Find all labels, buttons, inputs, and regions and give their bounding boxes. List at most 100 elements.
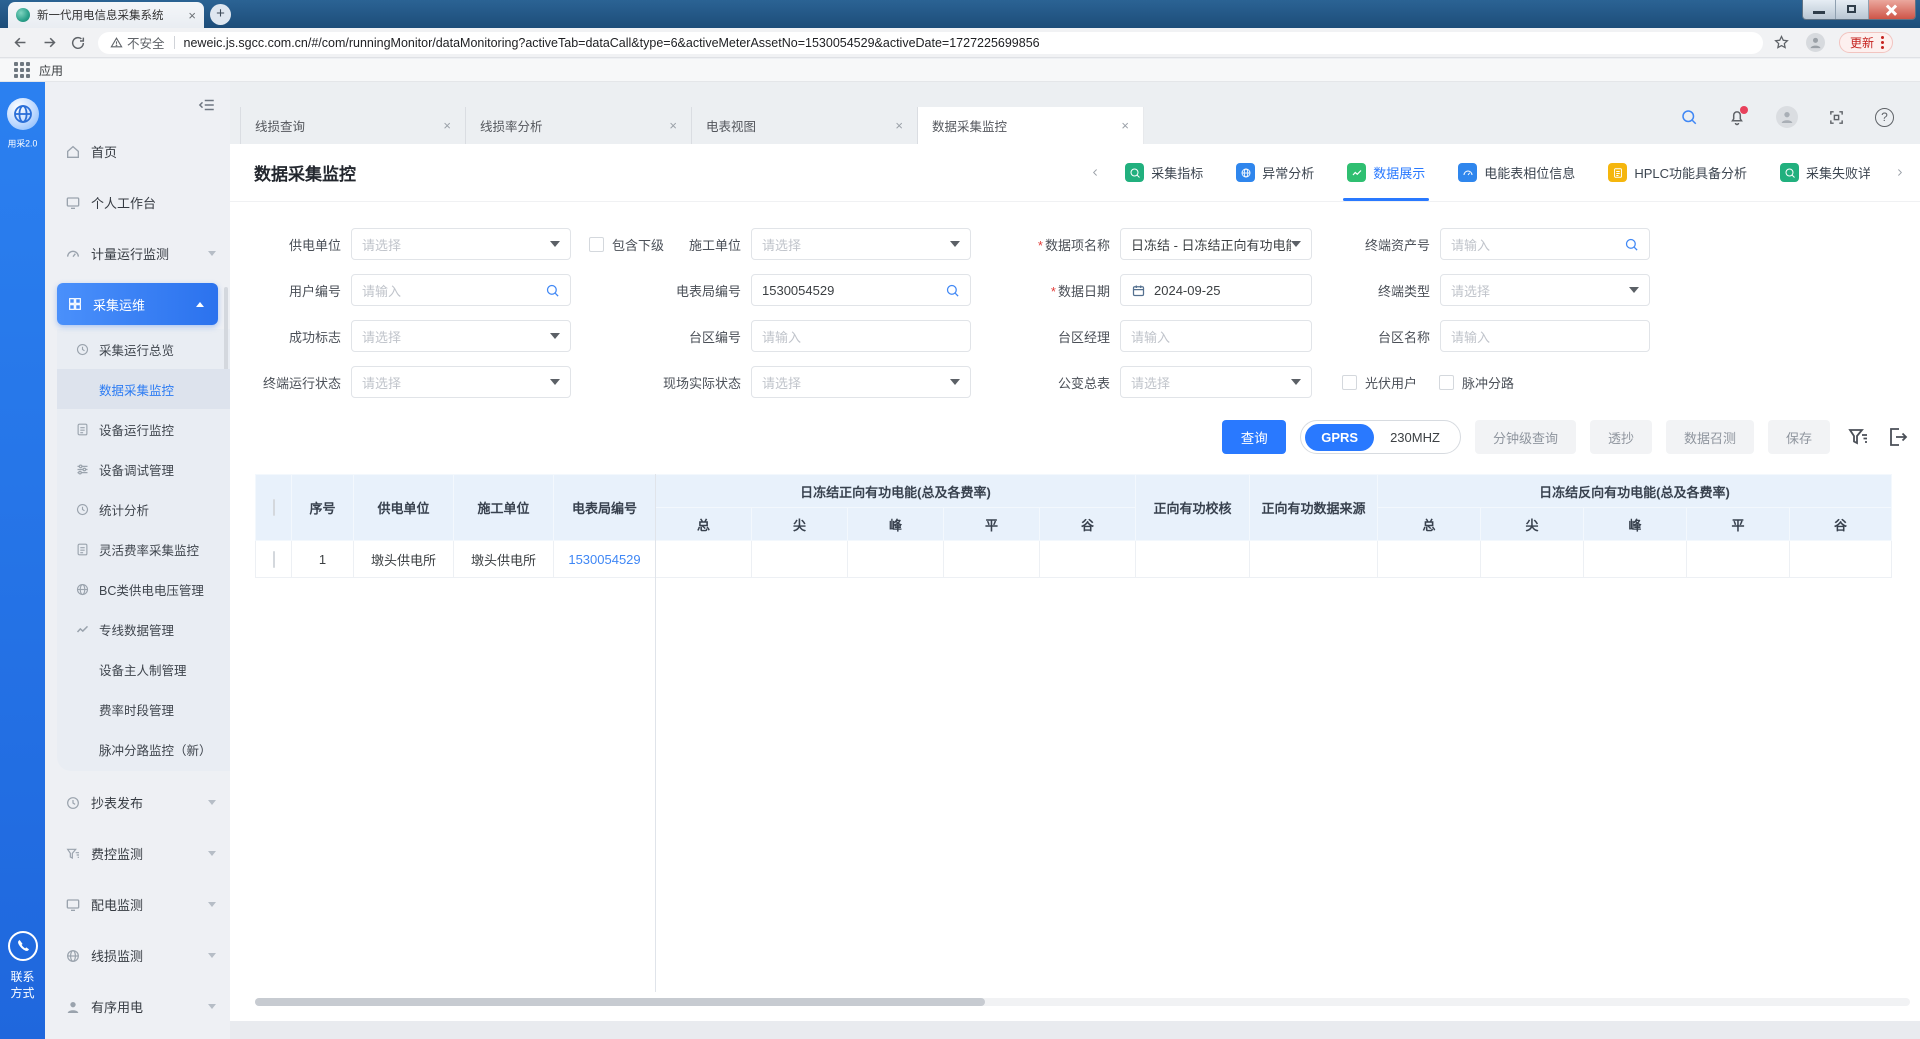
checkbox-icon[interactable] xyxy=(589,236,604,252)
chrome-update-button[interactable]: 更新 xyxy=(1839,32,1894,53)
data-call-button[interactable]: 数据召测 xyxy=(1665,420,1754,454)
sidebar-item-collection-ops[interactable]: 采集运维 xyxy=(57,283,218,325)
close-icon[interactable]: × xyxy=(1121,118,1129,133)
horizontal-scrollbar[interactable] xyxy=(255,998,1910,1006)
browser-menu-icon[interactable] xyxy=(1881,36,1885,49)
subtab-collection-failure[interactable]: 采集失败详情 xyxy=(1770,144,1880,201)
export-icon[interactable] xyxy=(1886,425,1910,449)
subtab-anomaly-analysis[interactable]: 异常分析 xyxy=(1226,144,1324,201)
sidebar-item-meter-reading[interactable]: 抄表发布 xyxy=(45,777,230,828)
sidebar-item-line-loss-monitor[interactable]: 线损监测 xyxy=(45,930,230,981)
scrollbar-thumb[interactable] xyxy=(255,998,985,1006)
close-icon[interactable]: × xyxy=(669,118,677,133)
close-button[interactable] xyxy=(1869,0,1915,19)
pulse-branch-checkbox[interactable]: 脉冲分路 xyxy=(1439,373,1514,392)
tab-data-collection-monitor[interactable]: 数据采集监控 × xyxy=(918,107,1144,144)
data-item-select[interactable]: 日冻结 - 日冻结正向有功电能(... xyxy=(1120,228,1312,260)
sidebar-item-bc-voltage[interactable]: BC类供电电压管理 xyxy=(57,569,230,609)
sidebar-item-dedicated-line[interactable]: 专线数据管理 xyxy=(57,609,230,649)
search-icon[interactable] xyxy=(945,283,960,298)
security-indicator[interactable]: 不安全 xyxy=(110,33,165,52)
select-all-checkbox[interactable] xyxy=(272,499,275,516)
sidebar-collapse-icon[interactable] xyxy=(198,96,216,114)
close-icon[interactable]: × xyxy=(443,118,451,133)
subtab-data-display[interactable]: 数据展示 xyxy=(1337,144,1435,201)
browser-tab[interactable]: 新一代用电信息采集系统 × xyxy=(8,2,204,28)
gprs-segment[interactable]: GPRS xyxy=(1305,423,1375,451)
sidebar-item-distribution-monitor[interactable]: 配电监测 xyxy=(45,879,230,930)
sidebar-item-metering-monitor[interactable]: 计量运行监测 xyxy=(45,228,230,279)
browser-profile-avatar[interactable] xyxy=(1806,33,1825,52)
sidebar-item-data-collection-monitor[interactable]: 数据采集监控 xyxy=(57,369,230,409)
person-icon xyxy=(1808,35,1823,50)
address-bar[interactable]: 不安全 neweic.js.sgcc.com.cn/#/com/runningM… xyxy=(98,31,1763,54)
search-icon[interactable] xyxy=(545,283,560,298)
supply-unit-select[interactable]: 请选择 xyxy=(351,228,571,260)
restore-button[interactable] xyxy=(1836,0,1869,19)
browser-tab-close-icon[interactable]: × xyxy=(188,8,196,23)
sidebar-item-workspace[interactable]: 个人工作台 xyxy=(45,177,230,228)
user-avatar[interactable] xyxy=(1776,106,1798,128)
terminal-type-select[interactable]: 请选择 xyxy=(1440,274,1650,306)
field-actual-status-select[interactable]: 请选择 xyxy=(751,366,971,398)
subtab-hplc-analysis[interactable]: HPLC功能具备分析 xyxy=(1598,144,1757,201)
search-icon[interactable] xyxy=(1624,237,1639,252)
sidebar-item-fee-control[interactable]: 费控监测 xyxy=(45,828,230,879)
sidebar-item-device-owner[interactable]: 设备主人制管理 xyxy=(57,649,230,689)
fullscreen-icon[interactable] xyxy=(1828,109,1845,126)
pv-user-checkbox[interactable]: 光伏用户 xyxy=(1342,373,1417,392)
meter-no-input[interactable]: 1530054529 xyxy=(751,274,971,306)
contact-block[interactable]: 联系 方式 xyxy=(0,931,45,1001)
mhz-segment[interactable]: 230MHZ xyxy=(1374,430,1456,445)
sidebar-item-home[interactable]: 首页 xyxy=(45,126,230,177)
bookmark-star-icon[interactable] xyxy=(1773,34,1790,51)
notification-bell[interactable] xyxy=(1728,105,1748,126)
data-date-picker[interactable]: 2024-09-25 xyxy=(1120,274,1312,306)
tq-no-input[interactable]: 请输入 xyxy=(751,320,971,352)
chevron-right-icon[interactable] xyxy=(1893,166,1906,179)
back-icon[interactable] xyxy=(12,34,29,51)
public-meter-select[interactable]: 请选择 xyxy=(1120,366,1312,398)
save-button[interactable]: 保存 xyxy=(1767,420,1830,454)
sidebar-item-device-run-monitor[interactable]: 设备运行监控 xyxy=(57,409,230,449)
construction-unit-select[interactable]: 请选择 xyxy=(751,228,971,260)
checkbox-icon[interactable] xyxy=(1342,374,1357,390)
subtab-collection-metrics[interactable]: 采集指标 xyxy=(1115,144,1213,201)
chevron-left-icon[interactable] xyxy=(1089,166,1102,179)
tab-meter-view[interactable]: 电表视图 × xyxy=(692,107,918,144)
sidebar-item-collection-overview[interactable]: 采集运行总览 xyxy=(57,329,230,369)
subtab-meter-phase-info[interactable]: 电能表相位信息 xyxy=(1448,144,1585,201)
sidebar-item-orderly-power[interactable]: 有序用电 xyxy=(45,981,230,1032)
sidebar-item-stats-analysis[interactable]: 统计分析 xyxy=(57,489,230,529)
sidebar-item-device-debug[interactable]: 设备调试管理 xyxy=(57,449,230,489)
tq-manager-input[interactable]: 请输入 xyxy=(1120,320,1312,352)
row-checkbox[interactable] xyxy=(272,550,275,568)
sidebar-item-flexible-rate[interactable]: 灵活费率采集监控 xyxy=(57,529,230,569)
new-tab-button[interactable]: + xyxy=(210,4,231,25)
sidebar-item-pulse-branch-monitor[interactable]: 脉冲分路监控（新） xyxy=(57,729,230,769)
apps-label[interactable]: 应用 xyxy=(39,62,63,79)
query-button[interactable]: 查询 xyxy=(1222,420,1287,454)
subtab-nav: 采集指标 异常分析 数据展示 电能表相位信息 HPLC功能具备分析 采集失败详 xyxy=(1089,144,1920,201)
minute-query-button[interactable]: 分钟级查询 xyxy=(1474,420,1576,454)
reload-icon[interactable] xyxy=(70,35,86,51)
success-flag-select[interactable]: 请选择 xyxy=(351,320,571,352)
minimize-button[interactable] xyxy=(1803,0,1836,19)
tab-line-loss-rate[interactable]: 线损率分析 × xyxy=(466,107,692,144)
apps-grid-icon[interactable] xyxy=(14,62,30,78)
search-icon[interactable] xyxy=(1680,108,1698,126)
channel-toggle[interactable]: GPRS 230MHZ xyxy=(1300,420,1461,454)
terminal-asset-input[interactable]: 请输入 xyxy=(1440,228,1650,260)
help-icon[interactable]: ? xyxy=(1875,107,1894,127)
terminal-run-status-select[interactable]: 请选择 xyxy=(351,366,571,398)
tq-name-input[interactable]: 请输入 xyxy=(1440,320,1650,352)
checkbox-icon[interactable] xyxy=(1439,374,1455,390)
tab-line-loss-query[interactable]: 线损查询 × xyxy=(240,107,466,144)
filter-funnel-icon[interactable] xyxy=(1846,425,1870,449)
forward-icon[interactable] xyxy=(41,34,58,51)
pass-read-button[interactable]: 透抄 xyxy=(1589,420,1652,454)
user-no-input[interactable]: 请输入 xyxy=(351,274,571,306)
sidebar-item-rate-period[interactable]: 费率时段管理 xyxy=(57,689,230,729)
close-icon[interactable]: × xyxy=(895,118,903,133)
meter-no-link[interactable]: 1530054529 xyxy=(553,540,656,578)
